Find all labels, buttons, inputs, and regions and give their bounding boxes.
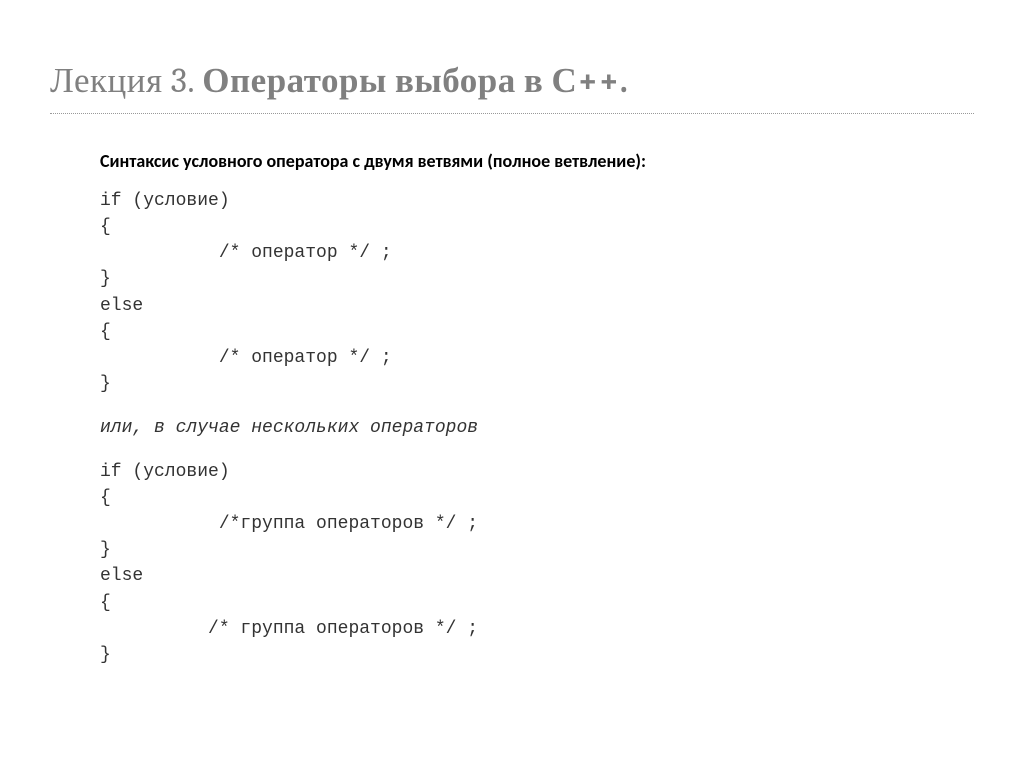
content-area: Синтаксис условного оператора с двумя ве… [50, 149, 974, 668]
code-block-1: if (условие) { /* оператор */ ; } else {… [100, 188, 974, 397]
subtitle-text: Синтаксис условного оператора с двумя ве… [100, 149, 974, 174]
note-text: или, в случае нескольких операторов [100, 415, 974, 441]
slide-title: Лекция 3. Операторы выбора в С++. [50, 60, 974, 114]
slide-container: Лекция 3. Операторы выбора в С++. Синтак… [0, 0, 1024, 708]
title-light: Лекция 3. [50, 60, 202, 101]
code-block-2: if (условие) { /*группа операторов */ ; … [100, 459, 974, 668]
title-bold: Операторы выбора в С++. [202, 60, 628, 101]
